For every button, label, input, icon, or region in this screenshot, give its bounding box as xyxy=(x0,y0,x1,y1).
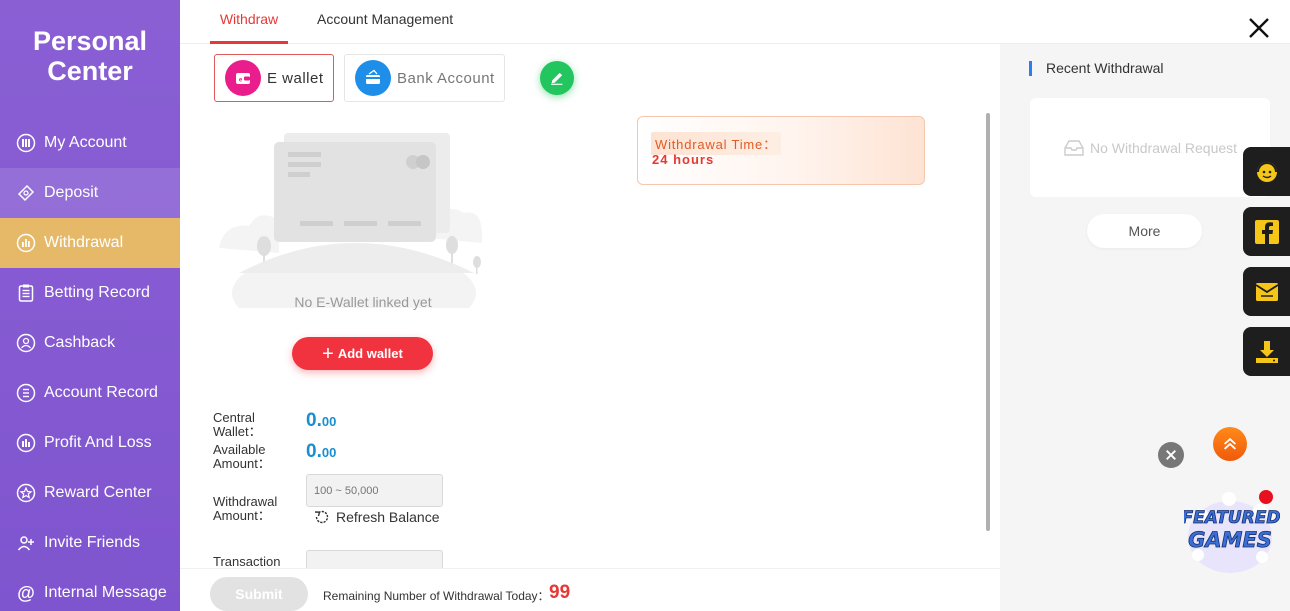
add-wallet-button[interactable]: + Add wallet xyxy=(292,337,433,370)
sidebar-item-my-account[interactable]: My Account xyxy=(0,118,180,168)
facebook-icon xyxy=(1254,219,1279,244)
e-wallet-icon: e xyxy=(225,60,261,96)
double-chevron-up-icon xyxy=(1223,437,1237,450)
more-button[interactable]: More xyxy=(1087,214,1202,248)
reward-icon xyxy=(16,483,36,503)
sidebar-item-label: Profit And Loss xyxy=(44,434,152,451)
plus-icon: + xyxy=(322,342,334,365)
download-icon xyxy=(1255,340,1278,363)
featured-games-badge[interactable]: FEATURED GAMES xyxy=(1181,485,1281,577)
featured-line2: GAMES xyxy=(1188,528,1272,552)
withdrawal-amount-input[interactable] xyxy=(306,474,443,507)
sidebar-title-line1: Personal xyxy=(32,26,148,56)
sidebar-title: Personal Center xyxy=(0,26,180,86)
sidebar-item-label: Account Record xyxy=(44,384,158,401)
sidebar-item-deposit[interactable]: Deposit xyxy=(0,168,180,218)
withdrawal-time-value: 24 hours xyxy=(652,152,715,167)
sidebar-item-label: Deposit xyxy=(44,184,99,201)
sidebar-item-reward-center[interactable]: Reward Center xyxy=(0,468,180,518)
sidebar-item-profit-and-loss[interactable]: Profit And Loss xyxy=(0,418,180,468)
remaining-withdrawals-value: 99 xyxy=(549,582,571,603)
available-amount-dec: 00 xyxy=(321,445,337,460)
close-icon[interactable] xyxy=(1244,13,1274,43)
bank-account-label: Bank Account xyxy=(397,69,495,87)
bank-card-icon xyxy=(355,60,391,96)
featured-line1: FEATURED xyxy=(1184,508,1280,528)
tab-account-management[interactable]: Account Management xyxy=(317,0,453,44)
transaction-label: Transaction xyxy=(213,554,281,569)
tab-withdraw[interactable]: Withdraw xyxy=(210,0,288,44)
sidebar-item-label: Internal Message xyxy=(44,584,167,601)
close-small-icon xyxy=(1166,450,1176,460)
add-wallet-label: Add wallet xyxy=(337,346,403,361)
account-icon xyxy=(16,133,36,153)
central-wallet-label: Central Wallet： xyxy=(213,410,262,439)
sidebar-title-line2: Center xyxy=(47,56,133,86)
sidebar-item-internal-message[interactable]: @ Internal Message xyxy=(0,568,180,611)
customer-service-button[interactable] xyxy=(1243,147,1290,196)
empty-wallet-illustration xyxy=(214,128,494,338)
sidebar-item-account-record[interactable]: Account Record xyxy=(0,368,180,418)
available-amount-int: 0. xyxy=(306,441,322,462)
sidebar-item-label: My Account xyxy=(44,134,127,151)
transaction-password-input[interactable] xyxy=(306,550,443,570)
e-wallet-button[interactable]: e E wallet xyxy=(214,54,334,102)
sidebar: Personal Center My Account Deposit Withd… xyxy=(0,0,180,611)
e-wallet-label: E wallet xyxy=(267,69,324,87)
available-amount-value: 0.00 xyxy=(306,441,336,463)
deposit-icon xyxy=(16,183,36,203)
available-amount-label: Available Amount： xyxy=(213,442,271,471)
sidebar-item-withdrawal[interactable]: Withdrawal xyxy=(0,218,180,268)
submit-button[interactable]: Submit xyxy=(210,577,308,611)
facebook-button[interactable] xyxy=(1243,207,1290,256)
customer-service-icon xyxy=(1256,161,1277,182)
svg-text:@: @ xyxy=(17,583,35,603)
invite-icon xyxy=(16,533,36,553)
scroll-to-top-button[interactable] xyxy=(1213,427,1247,461)
pencil-icon xyxy=(551,72,563,85)
dismiss-float-button[interactable] xyxy=(1158,442,1184,468)
sidebar-item-label: Cashback xyxy=(44,334,116,351)
sidebar-item-invite-friends[interactable]: Invite Friends xyxy=(0,518,180,568)
sidebar-nav: My Account Deposit Withdrawal Betting Re… xyxy=(0,118,180,611)
download-button[interactable] xyxy=(1243,327,1290,376)
account-record-icon xyxy=(16,383,36,403)
refresh-balance-label: Refresh Balance xyxy=(336,509,440,525)
withdrawal-time-card: Withdrawal Time： 24 hours xyxy=(637,116,925,185)
edit-button[interactable] xyxy=(540,61,574,95)
no-withdrawal-card: No Withdrawal Request xyxy=(1030,98,1270,197)
cashback-icon xyxy=(16,333,36,353)
central-wallet-dec: 00 xyxy=(321,414,337,429)
sidebar-item-betting-record[interactable]: Betting Record xyxy=(0,268,180,318)
message-icon: @ xyxy=(16,583,36,603)
central-wallet-value: 0.00 xyxy=(306,410,336,432)
empty-wallet-text: No E-Wallet linked yet xyxy=(294,294,432,310)
recent-withdrawal-title: Recent Withdrawal xyxy=(1029,61,1164,76)
withdrawal-icon xyxy=(16,233,36,253)
no-withdrawal-text: No Withdrawal Request xyxy=(1089,139,1238,156)
refresh-balance-button[interactable]: Refresh Balance xyxy=(312,507,440,527)
mail-button[interactable] xyxy=(1243,267,1290,316)
refresh-icon xyxy=(314,510,329,524)
bank-account-button[interactable]: Bank Account xyxy=(344,54,505,102)
sidebar-item-cashback[interactable]: Cashback xyxy=(0,318,180,368)
betting-record-icon xyxy=(16,283,36,303)
content-scrollbar[interactable] xyxy=(986,113,990,531)
sidebar-item-label: Reward Center xyxy=(44,484,152,501)
withdrawal-amount-label: Withdrawal Amount： xyxy=(213,494,278,523)
sidebar-item-label: Invite Friends xyxy=(44,534,141,551)
app-root: Personal Center My Account Deposit Withd… xyxy=(0,0,1290,611)
tab-bar: Withdraw Account Management xyxy=(180,0,1290,44)
central-wallet-int: 0. xyxy=(306,410,322,431)
profit-loss-icon xyxy=(16,433,36,453)
empty-inbox-icon xyxy=(1064,139,1084,156)
remaining-withdrawals-label: Remaining Number of Withdrawal Today： xyxy=(323,589,550,603)
mail-icon xyxy=(1255,282,1278,301)
sidebar-item-label: Withdrawal xyxy=(44,234,124,251)
sidebar-item-label: Betting Record xyxy=(44,284,150,301)
